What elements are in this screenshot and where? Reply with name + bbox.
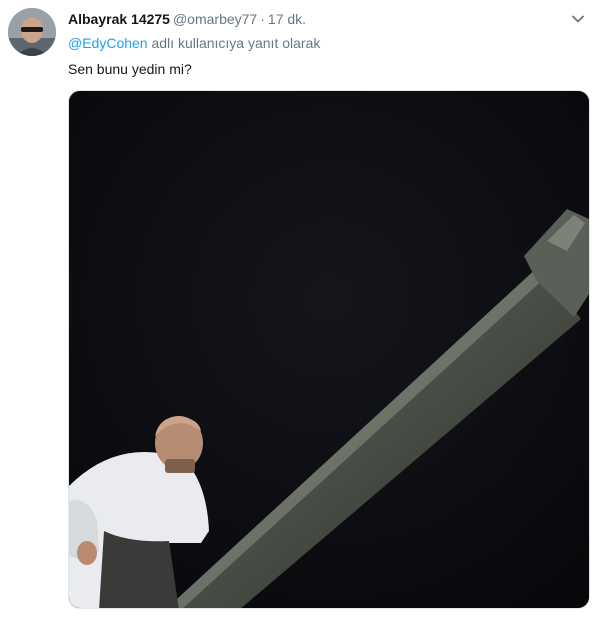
avatar-image (8, 8, 56, 56)
tweet-photo[interactable] (68, 90, 590, 609)
avatar[interactable] (8, 8, 56, 56)
reply-context: @EdyCohen adlı kullanıcıya yanıt olarak (68, 34, 320, 52)
photo-image (69, 91, 589, 608)
reply-context-text: adlı kullanıcıya yanıt olarak (151, 35, 321, 51)
timestamp[interactable]: 17 dk. (268, 11, 306, 27)
tweet-header: Albayrak 14275 @omarbey77 · 17 dk. (68, 10, 306, 28)
tweet-text: Sen bunu yedin mi? (68, 61, 192, 77)
reply-mention-link[interactable]: @EdyCohen (68, 35, 148, 51)
chevron-down-icon[interactable] (569, 10, 587, 28)
display-name[interactable]: Albayrak 14275 (68, 11, 170, 27)
tweet: Albayrak 14275 @omarbey77 · 17 dk. @EdyCohe… (0, 0, 600, 622)
user-handle[interactable]: @omarbey77 (173, 11, 257, 27)
separator-dot: · (260, 11, 265, 27)
